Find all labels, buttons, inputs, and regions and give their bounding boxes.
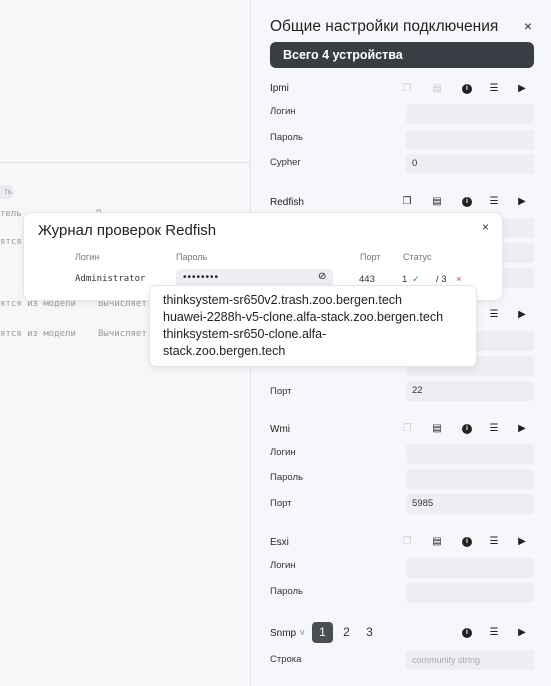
header-password: Пароль [176, 252, 208, 262]
status-total: / 3 [436, 274, 447, 285]
esxi-login-input[interactable] [406, 558, 534, 578]
journal-title: Журнал проверок Redfish [38, 222, 217, 239]
play-icon[interactable]: ▶ [516, 536, 528, 548]
login-label: Логин [270, 447, 296, 458]
section-wmi-title: Wmi [270, 424, 290, 435]
tooltip-host-line: thinksystem-sr650v2.trash.zoo.bergen.tec… [163, 293, 403, 307]
ssh-port-input[interactable]: 22 [406, 381, 534, 401]
snmp-version-1[interactable]: 1 [312, 622, 333, 643]
password-label: Пароль [270, 472, 303, 483]
copy-icon[interactable]: ❐ [401, 83, 413, 95]
header-port: Порт [360, 252, 381, 262]
section-ipmi-title: Ipmi [270, 83, 289, 94]
password-label: Пароль [270, 132, 303, 143]
eye-off-icon[interactable]: ⊘ [318, 271, 326, 282]
hosts-tooltip: thinksystem-sr650v2.trash.zoo.bergen.tec… [149, 285, 477, 367]
clipboard-icon[interactable]: ▤ [431, 196, 443, 208]
close-icon[interactable]: × [524, 18, 532, 34]
background-divider [0, 162, 250, 163]
info-icon[interactable]: i [462, 537, 472, 547]
copy-icon[interactable]: ❐ [401, 536, 413, 548]
tooltip-host-line: huawei-2288h-v5-clone.alfa-stack.zoo.ber… [163, 310, 444, 324]
settings-list-icon[interactable]: ☰ [488, 423, 500, 435]
panel-title: Общие настройки подключения [270, 18, 499, 35]
clipboard-icon[interactable]: ▤ [431, 423, 443, 435]
section-esxi-title: Esxi [270, 537, 289, 548]
login-label: Логин [270, 560, 296, 571]
clipboard-icon[interactable]: ▤ [431, 83, 443, 95]
tooltip-host-line: thinksystem-sr650-clone.alfa- [163, 327, 327, 341]
header-login: Логин [75, 252, 100, 262]
wmi-port-input[interactable]: 5985 [406, 494, 534, 514]
check-icon: ✓ [412, 274, 420, 285]
esxi-password-input[interactable] [406, 583, 534, 603]
string-label: Строка [270, 654, 302, 665]
section-redfish-title: Redfish [270, 197, 304, 208]
settings-list-icon[interactable]: ☰ [488, 627, 500, 639]
row-login: Administrator [75, 274, 146, 284]
play-icon[interactable]: ▶ [516, 423, 528, 435]
section-snmp-title: Snmp [270, 628, 297, 639]
login-label: Логин [270, 106, 296, 117]
copy-icon[interactable]: ❐ [401, 196, 413, 208]
copy-icon[interactable]: ❐ [401, 423, 413, 435]
play-icon[interactable]: ▶ [516, 83, 528, 95]
port-label: Порт [270, 386, 292, 397]
info-icon[interactable]: i [462, 84, 472, 94]
ipmi-password-input[interactable] [406, 130, 534, 150]
close-icon[interactable]: × [482, 220, 489, 234]
wmi-login-input[interactable] [406, 444, 534, 464]
cypher-label: Cypher [270, 157, 301, 168]
snmp-version-2[interactable]: 2 [336, 622, 357, 643]
wmi-password-input[interactable] [406, 469, 534, 489]
info-icon[interactable]: i [462, 197, 472, 207]
header-status: Статус [403, 252, 432, 262]
snmp-version-marker: v [300, 627, 305, 637]
background-row-text: тель [0, 209, 22, 219]
snmp-version-3[interactable]: 3 [359, 622, 380, 643]
port-label: Порт [270, 498, 292, 509]
background-row-text: Вычисляет [98, 329, 147, 339]
settings-list-icon[interactable]: ☰ [488, 196, 500, 208]
ipmi-login-input[interactable] [406, 104, 534, 124]
snmp-community-input[interactable]: community string [406, 650, 534, 670]
play-icon[interactable]: ▶ [516, 309, 528, 321]
info-icon[interactable]: i [462, 424, 472, 434]
clipboard-icon[interactable]: ▤ [431, 536, 443, 548]
background-chip: ть [0, 185, 14, 199]
settings-list-icon[interactable]: ☰ [488, 309, 500, 321]
tooltip-host-line: stack.zoo.bergen.tech [163, 344, 286, 358]
device-count-bar[interactable]: Всего 4 устройства [270, 42, 534, 68]
settings-list-icon[interactable]: ☰ [488, 83, 500, 95]
fail-icon[interactable]: × [456, 274, 462, 285]
status-ok-count: 1 [402, 274, 408, 285]
password-label: Пароль [270, 586, 303, 597]
background-row-text: ятся из модели [0, 329, 76, 339]
settings-list-icon[interactable]: ☰ [488, 536, 500, 548]
play-icon[interactable]: ▶ [516, 627, 528, 639]
info-icon[interactable]: i [462, 628, 472, 638]
row-port: 443 [359, 274, 375, 285]
ipmi-cypher-input[interactable]: 0 [406, 154, 534, 174]
play-icon[interactable]: ▶ [516, 196, 528, 208]
